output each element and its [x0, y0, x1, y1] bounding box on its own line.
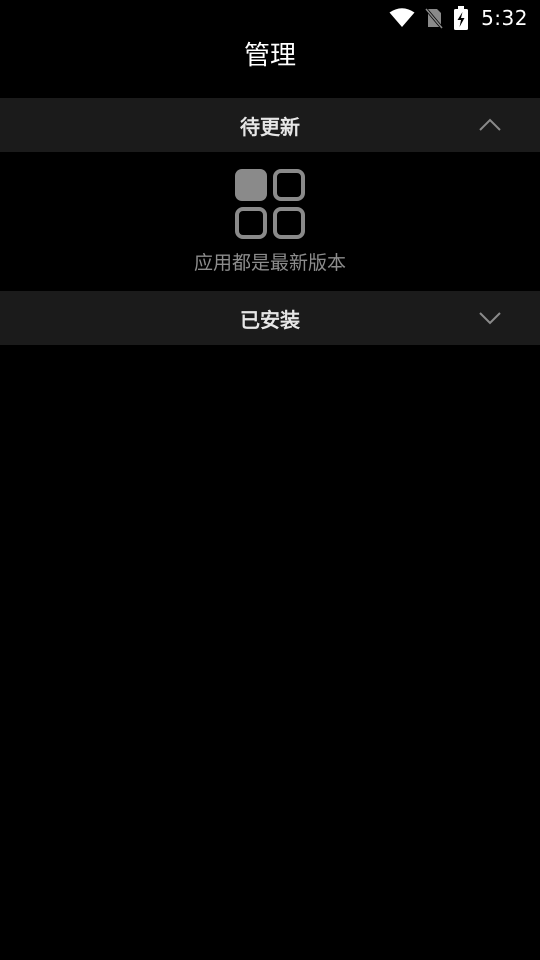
- status-bar: 5:32: [0, 0, 540, 36]
- manage-screen: 5:32 管理 待更新 应用都是最新版本 已安装: [0, 0, 540, 960]
- status-clock: 5:32: [481, 6, 528, 30]
- apps-grid-icon: [0, 168, 540, 240]
- chevron-up-icon[interactable]: [476, 116, 504, 134]
- updates-empty-state: 应用都是最新版本: [0, 168, 540, 278]
- empty-message: 应用都是最新版本: [193, 252, 346, 274]
- section-header-updates[interactable]: 待更新: [0, 98, 540, 152]
- chevron-down-icon[interactable]: [476, 309, 504, 327]
- battery-charging-icon: [453, 6, 469, 30]
- section-label-updates: 待更新: [240, 114, 300, 139]
- section-header-installed[interactable]: 已安装: [0, 291, 540, 345]
- no-sim-icon: [425, 7, 444, 29]
- section-label-installed: 已安装: [240, 307, 300, 332]
- page-title: 管理: [243, 41, 296, 71]
- wifi-icon: [389, 8, 415, 28]
